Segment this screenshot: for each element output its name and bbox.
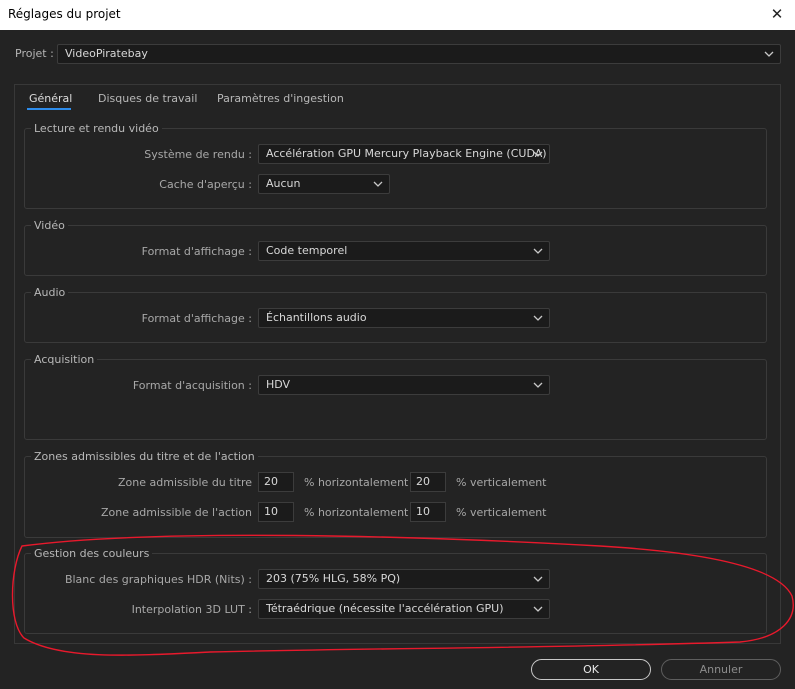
audio-display-format-select[interactable]: Échantillons audio	[258, 308, 550, 328]
title-safe-horizontal-unit: % horizontalement	[304, 476, 409, 489]
action-safe-vertical-input[interactable]: 10	[410, 502, 446, 522]
preview-cache-select[interactable]: Aucun	[258, 174, 390, 194]
tab-general[interactable]: Général	[29, 92, 72, 105]
lut-interpolation-label: Interpolation 3D LUT :	[131, 603, 252, 616]
group-capture: Acquisition	[24, 353, 767, 440]
chevron-down-icon	[533, 149, 543, 159]
title-bar: Réglages du projet ✕	[0, 0, 795, 30]
group-safe-margins-legend: Zones admissibles du titre et de l'actio…	[34, 450, 255, 463]
video-display-format-label: Format d'affichage :	[141, 245, 252, 258]
renderer-select-value: Accélération GPU Mercury Playback Engine…	[266, 147, 547, 160]
renderer-select[interactable]: Accélération GPU Mercury Playback Engine…	[258, 144, 550, 164]
action-safe-label: Zone admissible de l'action	[100, 506, 252, 519]
close-icon[interactable]: ✕	[767, 4, 787, 24]
video-display-format-value: Code temporel	[266, 244, 348, 257]
group-color-management-legend: Gestion des couleurs	[34, 547, 150, 560]
group-color-management: Gestion des couleurs	[24, 547, 767, 634]
cancel-button[interactable]: Annuler	[661, 659, 781, 680]
action-safe-vertical-unit: % verticalement	[456, 506, 547, 519]
hdr-white-select[interactable]: 203 (75% HLG, 58% PQ)	[258, 569, 550, 589]
group-playback: Lecture et rendu vidéo	[24, 122, 767, 209]
group-audio-legend: Audio	[34, 286, 66, 299]
group-capture-legend: Acquisition	[34, 353, 95, 366]
lut-interpolation-select[interactable]: Tétraédrique (nécessite l'accélération G…	[258, 599, 550, 619]
audio-display-format-label: Format d'affichage :	[141, 312, 252, 325]
capture-format-select[interactable]: HDV	[258, 375, 550, 395]
project-row: Projet : VideoPiratebay	[0, 44, 795, 64]
tab-ingest-settings[interactable]: Paramètres d'ingestion	[217, 92, 344, 105]
group-playback-legend: Lecture et rendu vidéo	[34, 122, 159, 135]
capture-format-value: HDV	[266, 378, 291, 391]
tab-scratch-disks[interactable]: Disques de travail	[98, 92, 197, 105]
chevron-down-icon	[533, 313, 543, 323]
preview-cache-select-value: Aucun	[266, 177, 301, 190]
chevron-down-icon	[533, 604, 543, 614]
title-safe-vertical-input[interactable]: 20	[410, 472, 446, 492]
project-select-value: VideoPiratebay	[65, 47, 148, 60]
active-tab-indicator	[27, 108, 71, 110]
action-safe-horizontal-unit: % horizontalement	[304, 506, 409, 519]
hdr-white-value: 203 (75% HLG, 58% PQ)	[266, 572, 401, 585]
title-safe-label: Zone admissible du titre	[118, 476, 252, 489]
lut-interpolation-value: Tétraédrique (nécessite l'accélération G…	[266, 602, 504, 615]
chevron-down-icon	[764, 49, 774, 59]
chevron-down-icon	[533, 380, 543, 390]
capture-format-label: Format d'acquisition :	[132, 379, 252, 392]
preview-cache-label: Cache d'aperçu :	[159, 178, 252, 191]
chevron-down-icon	[373, 179, 383, 189]
title-safe-vertical-unit: % verticalement	[456, 476, 547, 489]
renderer-label: Système de rendu :	[144, 148, 252, 161]
title-safe-horizontal-input[interactable]: 20	[258, 472, 294, 492]
video-display-format-select[interactable]: Code temporel	[258, 241, 550, 261]
ok-button[interactable]: OK	[531, 659, 651, 680]
chevron-down-icon	[533, 246, 543, 256]
group-safe-margins: Zones admissibles du titre et de l'actio…	[24, 450, 767, 538]
project-label: Projet :	[15, 47, 54, 60]
action-safe-horizontal-input[interactable]: 10	[258, 502, 294, 522]
window-title: Réglages du projet	[8, 7, 121, 21]
chevron-down-icon	[533, 574, 543, 584]
group-video-legend: Vidéo	[34, 219, 65, 232]
hdr-white-label: Blanc des graphiques HDR (Nits) :	[64, 573, 252, 586]
project-select[interactable]: VideoPiratebay	[57, 44, 781, 64]
audio-display-format-value: Échantillons audio	[266, 311, 367, 324]
